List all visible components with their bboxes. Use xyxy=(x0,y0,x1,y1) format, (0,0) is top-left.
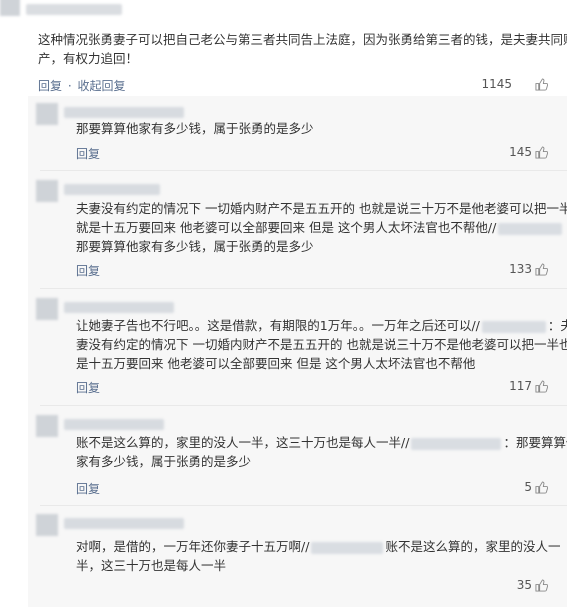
thumb-up-icon[interactable] xyxy=(535,263,548,276)
reply-link[interactable]: 回复 xyxy=(76,480,100,497)
like-count: 117 xyxy=(509,379,532,393)
reply-text: 对啊，是借的，一万年还你妻子十五万啊//账不是这么算的，家里的没人一 半，这三十… xyxy=(76,539,561,573)
reply-link[interactable]: 回复 xyxy=(76,145,100,162)
thumb-up-icon[interactable] xyxy=(535,78,548,91)
avatar[interactable] xyxy=(36,103,58,125)
avatar[interactable] xyxy=(36,298,58,320)
username-blurred xyxy=(64,184,160,195)
username-blurred xyxy=(26,4,122,15)
divider xyxy=(40,288,567,289)
divider xyxy=(40,505,567,506)
like-count: 1145 xyxy=(481,77,512,91)
avatar[interactable] xyxy=(36,180,58,202)
thumb-up-icon[interactable] xyxy=(535,380,548,393)
mention-blurred xyxy=(481,320,546,333)
username-blurred xyxy=(64,419,164,430)
thumb-up-icon[interactable] xyxy=(535,146,548,159)
comment-actions: 回复 · 收起回复 xyxy=(38,77,126,94)
thumb-up-icon[interactable] xyxy=(535,481,548,494)
username-blurred xyxy=(64,518,184,529)
avatar[interactable] xyxy=(36,415,58,437)
username-blurred xyxy=(64,302,174,313)
reply-text: 夫妻没有约定的情况下 一切婚内财产不是五五开的 也就是说三十万不是他老婆可以把一… xyxy=(76,201,567,254)
username-blurred xyxy=(64,107,184,118)
like-count: 35 xyxy=(516,578,532,592)
reply-link[interactable]: 回复 xyxy=(76,262,100,279)
avatar[interactable] xyxy=(0,0,20,16)
mention-blurred xyxy=(411,437,502,450)
avatar[interactable] xyxy=(36,514,58,536)
reply-text: 让她妻子告也不行吧。。这是借款，有期限的1万年。。一万年之后还可以//：夫 妻没… xyxy=(76,318,567,371)
comment-text: 这种情况张勇妻子可以把自己老公与第三者共同告上法庭，因为张勇给第三者的钱，是夫妻… xyxy=(38,32,567,66)
collapse-replies-link[interactable]: 收起回复 xyxy=(78,77,126,94)
divider xyxy=(40,170,567,171)
mention-blurred xyxy=(498,222,563,235)
reply-link[interactable]: 回复 xyxy=(76,379,100,396)
separator: · xyxy=(67,79,72,93)
thumb-up-icon[interactable] xyxy=(535,579,548,592)
like-count: 133 xyxy=(509,262,532,276)
reply-link[interactable]: 回复 xyxy=(38,77,62,94)
like-count: 5 xyxy=(524,480,532,494)
reply-text: 那要算算他家有多少钱，属于张勇的是多少 xyxy=(76,121,314,136)
like-count: 145 xyxy=(509,145,532,159)
mention-blurred xyxy=(311,541,384,554)
reply-text: 账不是这么算的，家里的没人一半，这三十万也是每人一半//：那要算算他 家有多少钱… xyxy=(76,435,567,469)
divider xyxy=(40,405,567,406)
